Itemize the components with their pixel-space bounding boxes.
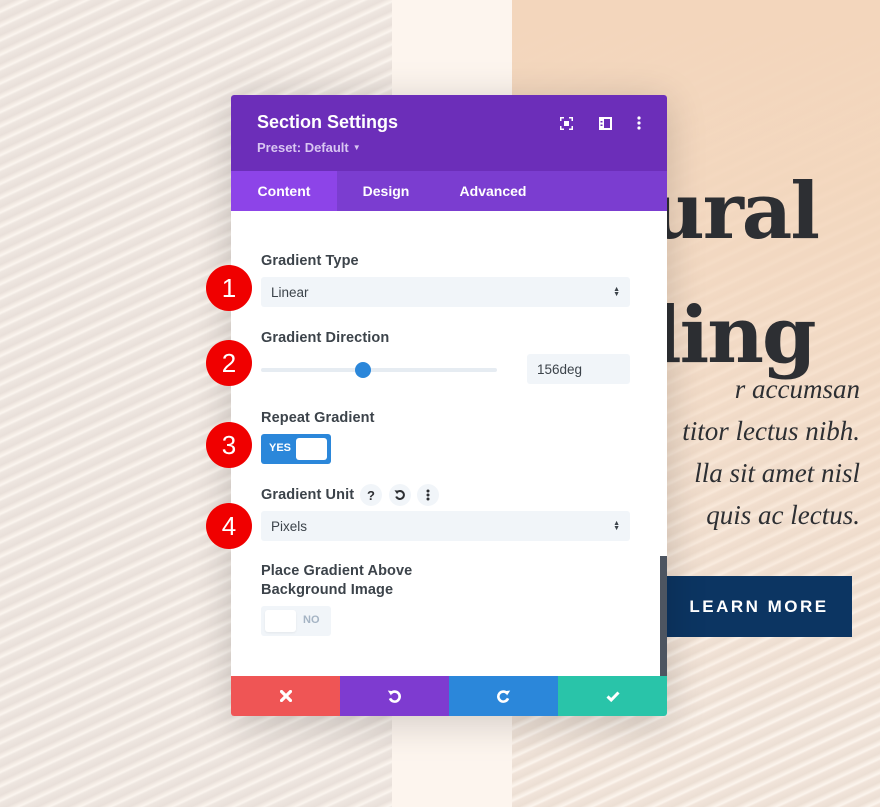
gradient-type-select[interactable]: Linear ▲ ▼ (261, 277, 630, 307)
gradient-direction-slider[interactable] (261, 362, 497, 378)
reset-icon[interactable] (389, 484, 411, 506)
preset-dropdown[interactable]: Preset: Default ▼ (257, 140, 361, 155)
undo-button[interactable] (340, 676, 449, 716)
annotation-badge-1: 1 (206, 265, 252, 311)
place-gradient-label-line: Place Gradient Above (261, 563, 413, 579)
toggle-state-label: NO (303, 614, 320, 626)
tab-design[interactable]: Design (337, 171, 435, 211)
preset-label: Preset: Default (257, 140, 349, 155)
tab-content[interactable]: Content (231, 171, 337, 211)
gradient-unit-value: Pixels (271, 518, 308, 534)
more-options-icon[interactable] (631, 115, 647, 131)
modal-title: Section Settings (257, 112, 399, 132)
learn-more-button[interactable]: LEARN MORE (666, 576, 852, 637)
fullscreen-icon[interactable] (558, 115, 574, 131)
gradient-direction-label: Gradient Direction (261, 330, 390, 346)
help-icon[interactable]: ? (360, 484, 382, 506)
place-gradient-label-line: Background Image (261, 582, 394, 598)
annotation-badge-3: 3 (206, 422, 252, 468)
cancel-button[interactable] (231, 676, 340, 716)
annotation-badge-2: 2 (206, 340, 252, 386)
field-options-icon[interactable] (417, 484, 439, 506)
modal-header[interactable]: Section Settings Preset: Default ▼ (231, 95, 667, 171)
tab-advanced[interactable]: Advanced (435, 171, 551, 211)
save-button[interactable] (558, 676, 667, 716)
select-arrows-icon: ▲ ▼ (613, 286, 620, 298)
settings-body: Gradient Type Linear ▲ ▼ Gradient Directi… (231, 211, 667, 709)
tab-bar: Content Design Advanced (231, 171, 667, 211)
modal-footer (231, 676, 667, 716)
redo-icon (497, 689, 511, 703)
gradient-unit-select[interactable]: Pixels ▲ ▼ (261, 511, 630, 541)
caret-down-icon: ▼ (352, 143, 361, 152)
toggle-knob (265, 610, 296, 632)
gradient-type-label: Gradient Type (261, 253, 359, 269)
redo-button[interactable] (449, 676, 558, 716)
annotation-badge-4: 4 (206, 503, 252, 549)
gradient-unit-label: Gradient Unit (261, 487, 355, 503)
slider-thumb[interactable] (355, 362, 372, 378)
split-view-icon[interactable] (597, 115, 613, 131)
gradient-direction-input[interactable]: 156deg (527, 354, 630, 384)
section-settings-modal: Section Settings Preset: Default ▼ Conte… (231, 95, 667, 716)
repeat-gradient-label: Repeat Gradient (261, 410, 375, 426)
place-gradient-label: Place Gradient Above Background Image (261, 563, 412, 598)
toggle-state-label: YES (269, 442, 292, 454)
repeat-gradient-toggle[interactable]: YES (261, 434, 331, 464)
close-icon (279, 690, 292, 702)
toggle-knob (296, 438, 327, 460)
gradient-type-value: Linear (271, 284, 309, 300)
select-arrows-icon: ▲ ▼ (613, 520, 620, 532)
checkmark-icon (605, 690, 620, 702)
undo-icon (387, 689, 401, 703)
place-gradient-toggle[interactable]: NO (261, 606, 331, 636)
